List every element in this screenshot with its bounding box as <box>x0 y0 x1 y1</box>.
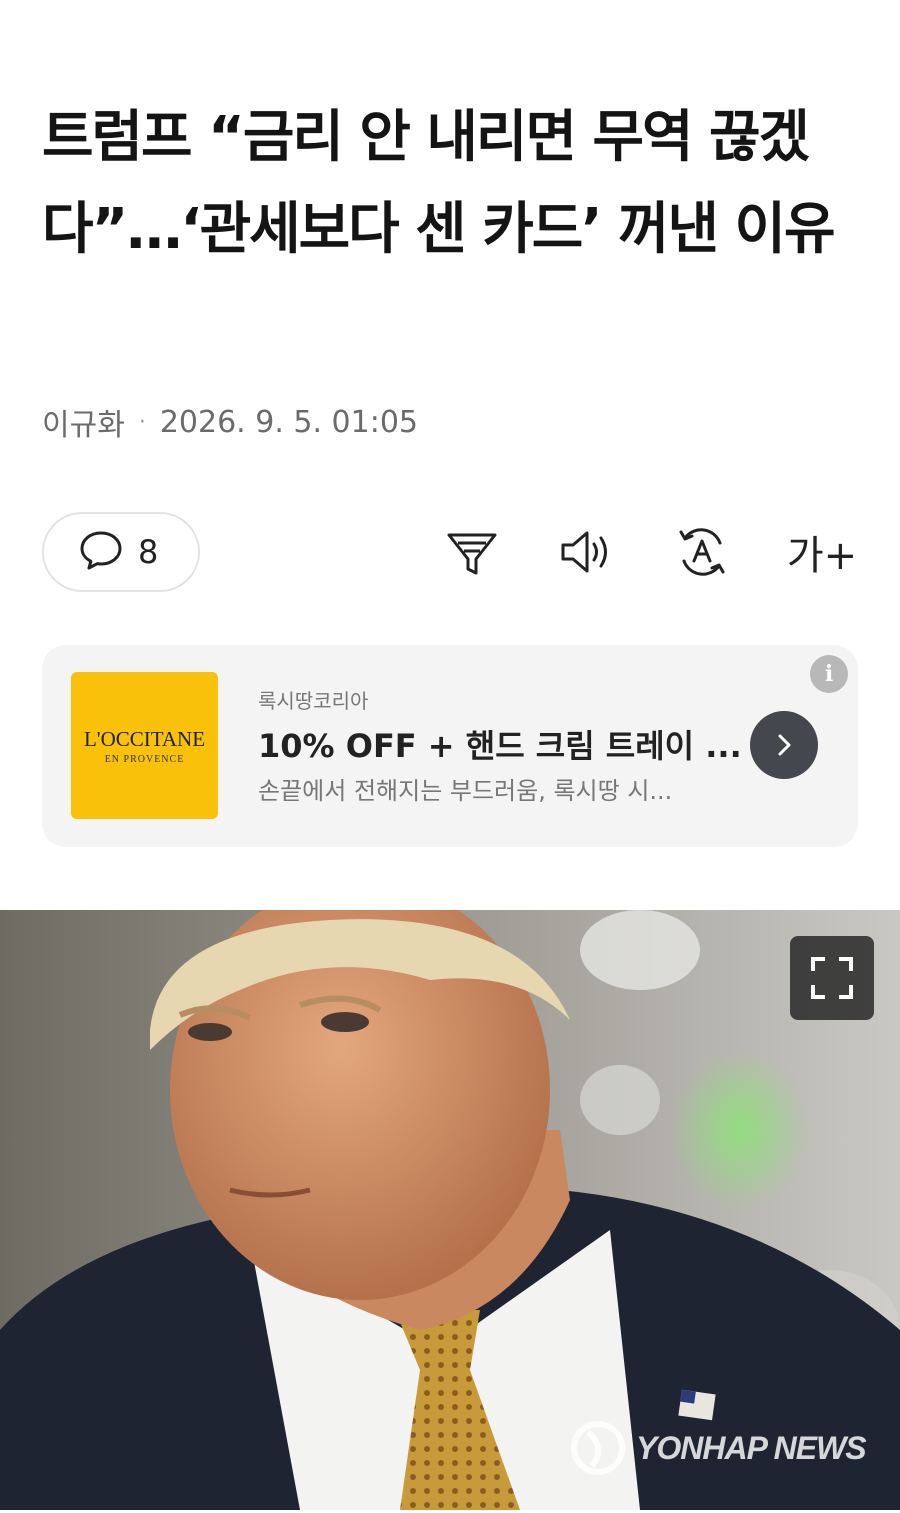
ad-advertiser-name: 록시땅코리아 <box>258 689 369 713</box>
font-size-label: 가+ <box>786 533 858 579</box>
article-headline: 트럼프 “금리 안 내리면 무역 끊겠다”…‘관세보다 센 카드’ 꺼낸 이유 <box>42 105 836 262</box>
expand-photo-button[interactable] <box>790 936 874 1020</box>
logo-sub-text: EN PROVENCE <box>104 753 185 765</box>
comment-icon <box>78 527 124 577</box>
summary-icon[interactable] <box>442 522 502 582</box>
ad-description: 손끝에서 전해지는 부드러움, 록시땅 시... <box>258 777 673 805</box>
ad-open-button[interactable] <box>750 711 818 779</box>
translate-icon[interactable] <box>672 522 732 582</box>
comments-button[interactable]: 8 <box>42 512 200 592</box>
speaker-icon[interactable] <box>556 522 616 582</box>
byline: 이규화 · 2026. 9. 5. 01:05 <box>42 400 418 444</box>
advertiser-logo: L'OCCITANE EN PROVENCE <box>71 672 218 819</box>
chevron-right-icon <box>778 734 791 756</box>
byline-separator: · <box>138 409 146 435</box>
comment-count: 8 <box>138 533 159 571</box>
photo-watermark: YONHAP NEWS <box>568 1418 867 1478</box>
expand-icon <box>811 957 853 999</box>
article-photo[interactable]: YONHAP NEWS <box>0 910 900 1510</box>
ad-banner[interactable]: L'OCCITANE EN PROVENCE 록시땅코리아 10% OFF + … <box>42 645 858 847</box>
yonhap-logo-icon <box>571 1421 625 1475</box>
logo-brand-text: L'OCCITANE <box>83 726 206 751</box>
publish-datetime: 2026. 9. 5. 01:05 <box>159 404 419 440</box>
ad-title[interactable]: 10% OFF + 핸드 크림 트레이 ... <box>258 721 742 767</box>
ad-info-label: i <box>824 661 834 687</box>
article-toolbar: 8 가+ <box>42 512 858 594</box>
ad-info-icon[interactable]: i <box>810 655 848 693</box>
font-size-icon[interactable]: 가+ <box>786 522 858 582</box>
author-name[interactable]: 이규화 <box>42 400 125 444</box>
watermark-text: YONHAP NEWS <box>636 1429 867 1466</box>
